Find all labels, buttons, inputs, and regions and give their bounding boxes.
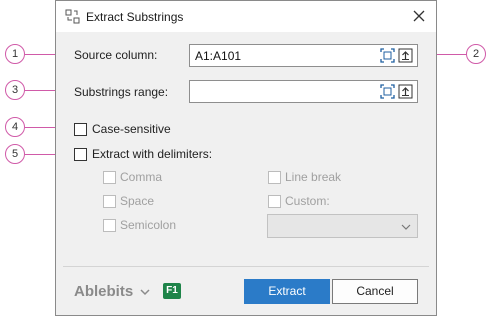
case-sensitive-checkbox[interactable] [74, 123, 87, 136]
comma-label: Comma [120, 170, 163, 184]
expand-selection-icon[interactable] [398, 84, 413, 99]
line-break-label: Line break [285, 170, 342, 184]
source-column-field[interactable]: A1:A101 [189, 44, 418, 67]
chevron-down-icon [401, 224, 411, 230]
custom-delimiter-dropdown[interactable] [267, 214, 418, 238]
semicolon-checkbox[interactable] [103, 219, 116, 232]
cancel-button[interactable]: Cancel [332, 279, 418, 304]
substrings-range-label: Substrings range: [74, 85, 169, 99]
callout-3: 3 [5, 80, 25, 100]
semicolon-label: Semicolon [120, 218, 177, 232]
callout-4: 4 [5, 117, 25, 137]
custom-label: Custom: [285, 194, 330, 208]
source-column-label: Source column: [74, 48, 158, 62]
callout-leader-5 [25, 154, 55, 155]
extract-substrings-icon [65, 9, 80, 24]
title-bar: Extract Substrings [56, 1, 436, 32]
custom-checkbox[interactable] [268, 195, 281, 208]
case-sensitive-label: Case-sensitive [92, 122, 171, 136]
select-range-icon[interactable] [380, 84, 395, 99]
window-title: Extract Substrings [86, 10, 184, 24]
callout-leader-3 [25, 90, 55, 91]
ablebits-brand[interactable]: Ablebits [74, 283, 133, 300]
callout-leader-4 [25, 127, 55, 128]
extract-with-delimiters-label: Extract with delimiters: [92, 147, 213, 161]
extract-button[interactable]: Extract [244, 279, 330, 304]
source-column-value: A1:A101 [195, 49, 242, 63]
callout-5: 5 [5, 144, 25, 164]
callout-leader-2 [437, 54, 467, 55]
chevron-down-icon[interactable] [140, 288, 150, 296]
callout-1: 1 [5, 44, 25, 64]
select-range-icon[interactable] [380, 48, 395, 63]
line-break-checkbox[interactable] [268, 171, 281, 184]
extract-substrings-dialog: Extract Substrings Source column: A1:A10… [55, 0, 437, 316]
comma-checkbox[interactable] [103, 171, 116, 184]
callout-2: 2 [466, 44, 486, 64]
help-badge[interactable]: F1 [163, 283, 181, 299]
space-label: Space [120, 194, 155, 208]
close-icon[interactable] [410, 7, 428, 25]
substrings-range-field[interactable] [189, 80, 418, 103]
footer-divider [63, 266, 429, 267]
extract-with-delimiters-checkbox[interactable] [74, 148, 87, 161]
space-checkbox[interactable] [103, 195, 116, 208]
callout-leader-1 [25, 54, 55, 55]
expand-selection-icon[interactable] [398, 48, 413, 63]
